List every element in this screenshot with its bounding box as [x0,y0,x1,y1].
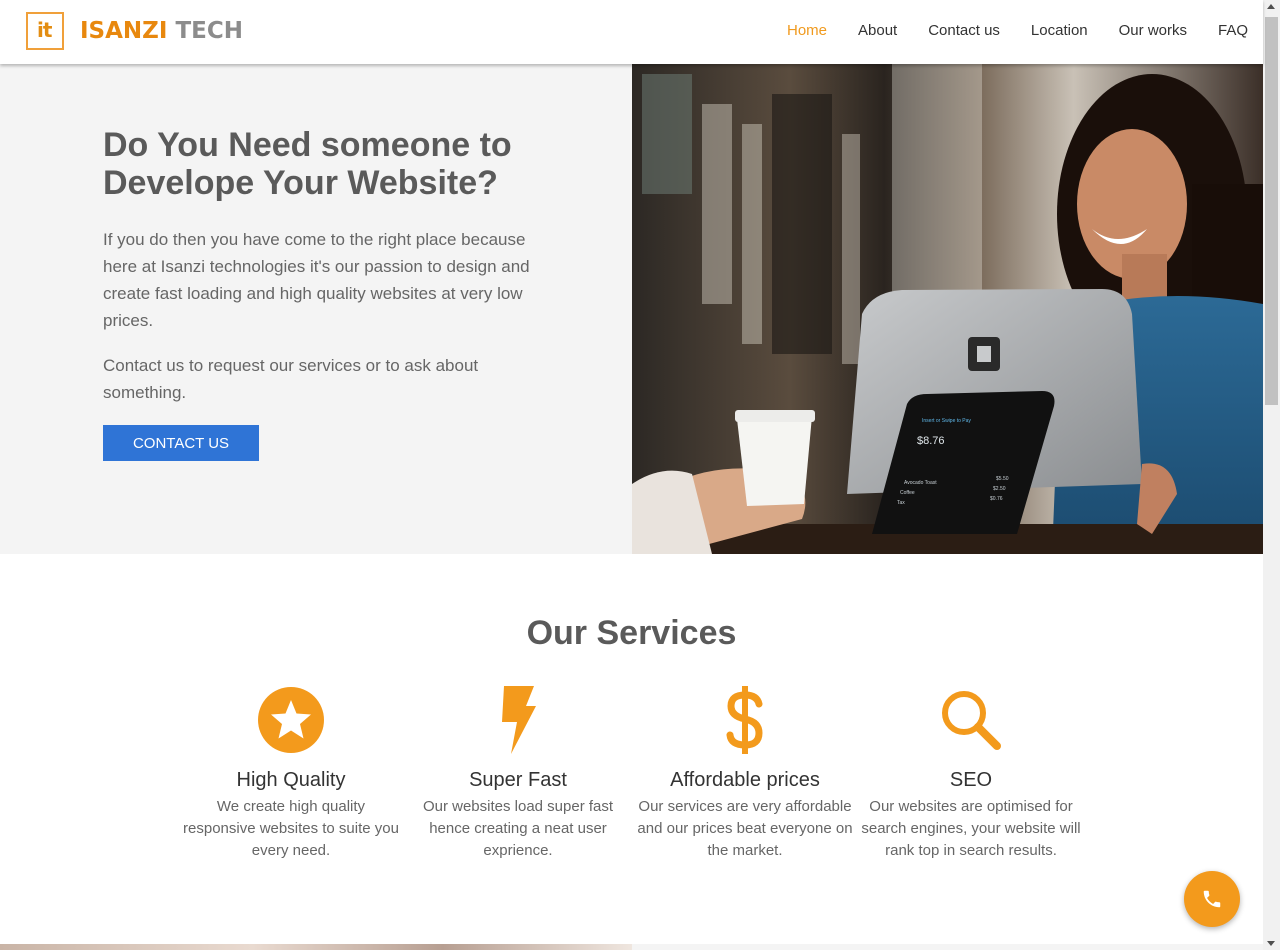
service-card: Super Fast Our websites load super fast … [408,684,628,862]
nav-faq[interactable]: FAQ [1218,22,1248,39]
scrollbar-thumb[interactable] [1265,17,1278,405]
scroll-down-icon[interactable] [1267,941,1275,946]
brand-secondary: TECH [175,18,243,44]
logo[interactable]: it [26,12,64,50]
service-title: SEO [949,769,993,791]
page-scrollbar[interactable] [1263,0,1280,950]
hero-paragraph: If you do then you have come to the righ… [103,230,530,330]
call-fab-button[interactable] [1184,871,1240,927]
dollar-icon [635,684,855,756]
tablet-item-3: Tax [897,500,905,506]
contact-us-button[interactable]: CONTACT US [103,425,259,461]
service-card: High Quality We create high quality resp… [181,684,401,862]
service-description: Our websites load super fast hence creat… [422,798,614,859]
tablet-item-2: Coffee [900,490,915,496]
logo-text: it [37,18,52,42]
nav-about[interactable]: About [858,22,897,39]
search-icon [861,684,1081,756]
nav-our-works[interactable]: Our works [1119,22,1187,39]
nav-home[interactable]: Home [787,22,827,39]
phone-icon [1203,890,1221,908]
main-nav: Home About Contact us Location Our works… [756,22,1248,39]
tablet-price-3: $0.76 [990,496,1003,502]
hero-section: Do You Need someone to Develope Your Web… [0,64,1263,554]
nav-location[interactable]: Location [1031,22,1088,39]
service-description: Our websites are optimised for search en… [861,798,1081,859]
next-section-panel-edge [632,944,1263,950]
service-title: Super Fast [469,769,567,791]
brand-primary: ISANZI [80,18,168,44]
services-title: Our Services [526,614,737,652]
service-description: Our services are very affordable and our… [637,798,853,859]
lightning-icon [408,684,628,756]
tablet-price-2: $2.50 [993,486,1006,492]
site-header: it ISANZI TECH Home About Contact us Loc… [0,0,1263,64]
hero-image: $8.76 Insert or Swipe to Pay Avocado Toa… [632,64,1263,554]
star-circle-icon [181,684,401,756]
tablet-item-1: Avocado Toast [904,480,937,486]
hero-photo-illustration: $8.76 Insert or Swipe to Pay Avocado Toa… [632,64,1263,554]
next-section-image-edge [0,944,632,950]
service-title: Affordable prices [670,769,820,791]
service-title: High Quality [236,769,346,791]
nav-contact-us[interactable]: Contact us [928,22,1000,39]
tablet-price-1: $5.50 [996,476,1009,482]
service-card: SEO Our websites are optimised for searc… [861,684,1081,862]
tablet-total: $8.76 [917,435,945,447]
hero-title: Do You Need someone to Develope Your Web… [103,126,512,202]
tablet-heading: Insert or Swipe to Pay [922,418,971,424]
brand-name[interactable]: ISANZI TECH [80,18,243,44]
service-card: Affordable prices Our services are very … [635,684,855,862]
service-description: We create high quality responsive websit… [183,798,399,859]
hero-text-panel: Do You Need someone to Develope Your Web… [0,64,632,554]
hero-contact-paragraph: Contact us to request our services or to… [103,356,479,402]
scroll-up-icon[interactable] [1267,4,1275,9]
